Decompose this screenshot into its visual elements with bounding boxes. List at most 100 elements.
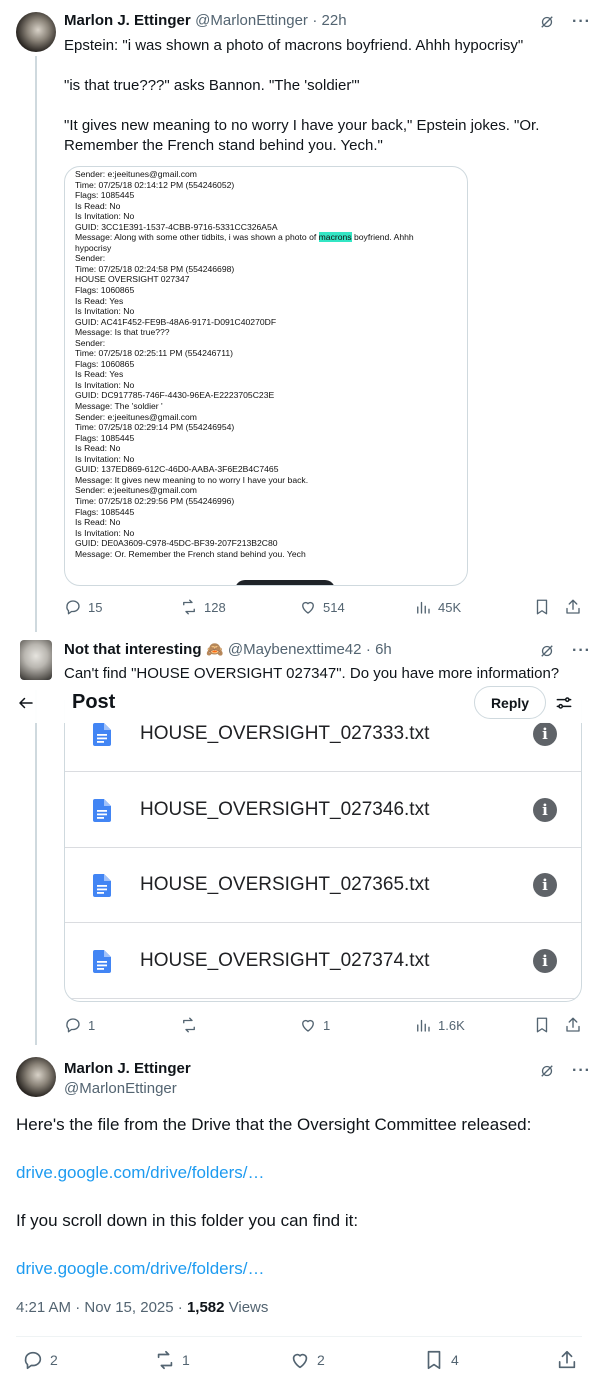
doc-icon <box>93 722 111 746</box>
views-button[interactable]: 1.6K <box>414 1016 465 1034</box>
share-button[interactable] <box>564 1016 582 1034</box>
tweet-actions-top: ··· <box>538 642 591 660</box>
log-line: Is Invitation: No <box>75 453 135 464</box>
bookmark-button[interactable] <box>533 1016 551 1034</box>
drive-file-name[interactable]: HOUSE_OVERSIGHT_027365.txt <box>140 874 429 896</box>
drive-file-name[interactable]: HOUSE_OVERSIGHT_027346.txt <box>140 799 429 821</box>
reply-button[interactable]: 1 <box>64 1016 95 1034</box>
log-line: Is Read: Yes <box>75 369 124 380</box>
drive-file-row[interactable]: HOUSE_OVERSIGHT_027346.txt i <box>65 773 581 848</box>
log-line: Flags: 1085445 <box>75 506 135 517</box>
info-icon[interactable]: i <box>533 722 557 746</box>
log-line: Flags: 1085445 <box>75 432 135 443</box>
drive-file-name[interactable]: HOUSE_OVERSIGHT_027333.txt <box>140 723 429 745</box>
reply-button[interactable]: 15 <box>64 598 102 616</box>
author-handle[interactable]: @Maybenexttime42 <box>228 641 362 658</box>
more-icon[interactable]: ··· <box>572 642 591 660</box>
author-handle[interactable]: @MarlonEttinger <box>195 12 308 29</box>
log-line: Message: The 'soldier ' <box>75 401 163 412</box>
doc-icon <box>93 949 111 973</box>
drive-link-2[interactable]: drive.google.com/drive/folders/… <box>16 1259 265 1279</box>
repost-button[interactable]: 1 <box>154 1349 190 1371</box>
drive-screenshot[interactable]: HOUSE_OVERSIGHT_027333.txt i HOUSE_OVERSIG… <box>64 700 582 1002</box>
more-icon[interactable]: ··· <box>572 1062 591 1080</box>
page-title: Post <box>72 691 116 713</box>
tweet-text: Epstein: "i was shown a photo of macrons… <box>64 37 540 154</box>
log-line: Is Invitation: No <box>75 306 135 317</box>
log-line: Is Read: No <box>75 443 121 454</box>
like-button[interactable]: 1 <box>299 1016 330 1034</box>
share-icon <box>558 1350 576 1369</box>
log-line: Flags: 1060865 <box>75 285 135 296</box>
image-overlay-pill <box>235 580 335 585</box>
grok-icon[interactable] <box>538 13 556 31</box>
bookmark-icon <box>427 1350 441 1370</box>
author-handle[interactable]: @MarlonEttinger <box>64 1080 177 1097</box>
log-line: Is Read: No <box>75 517 121 528</box>
heart-icon <box>292 1353 308 1369</box>
avatar[interactable] <box>16 1057 56 1097</box>
reply-button[interactable]: 2 <box>22 1349 58 1371</box>
author-name[interactable]: Marlon J. Ettinger <box>64 12 191 29</box>
log-line: hypocrisy <box>75 242 112 253</box>
share-button[interactable] <box>564 598 582 616</box>
thread-line <box>35 690 37 1045</box>
back-arrow-icon[interactable] <box>16 694 36 712</box>
tweet-actions-top: ··· <box>538 13 591 31</box>
repost-button[interactable] <box>180 1016 204 1034</box>
author-name[interactable]: Not that interesting <box>64 641 202 658</box>
log-line: Sender: e:jeeitunes@gmail.com <box>75 485 197 496</box>
avatar[interactable] <box>20 640 52 680</box>
grok-icon[interactable] <box>538 642 556 660</box>
like-button[interactable]: 2 <box>289 1349 325 1371</box>
avatar[interactable] <box>16 12 56 52</box>
log-line: Sender: <box>75 337 106 348</box>
filter-icon[interactable] <box>554 693 574 713</box>
tweet-image[interactable]: Sender: e:jeeitunes@gmail.com Time: 07/25… <box>64 166 468 586</box>
info-icon[interactable]: i <box>533 949 557 973</box>
highlighted-word: macrons <box>318 232 352 243</box>
bookmark-button[interactable]: 4 <box>423 1349 459 1371</box>
tweet-time[interactable]: · 6h <box>366 641 392 658</box>
drive-file-row[interactable]: HOUSE_OVERSIGHT_027365.txt i <box>65 848 581 923</box>
log-line: GUID: 3CC1E391-1537-4CBB-9716-5331CC326A… <box>75 221 278 232</box>
share-button[interactable] <box>556 1349 578 1371</box>
drive-file-row[interactable]: HOUSE_OVERSIGHT_027374.txt i <box>65 924 581 999</box>
repost-icon <box>157 1350 173 1370</box>
drive-file-name[interactable]: HOUSE_OVERSIGHT_027374.txt <box>140 950 429 972</box>
log-line: Sender: e:jeeitunes@gmail.com <box>75 169 197 179</box>
post-header: Post Reply <box>0 683 598 723</box>
info-icon[interactable]: i <box>533 798 557 822</box>
reply-icon <box>66 1018 80 1033</box>
repost-button[interactable]: 128 <box>180 598 226 616</box>
log-line: Flags: 1085445 <box>75 190 135 201</box>
tweet-header: Not that interesting 🙈 @Maybenexttime42 … <box>64 641 392 659</box>
log-line: Time: 07/25/18 02:29:14 PM (554246954) <box>75 422 235 433</box>
doc-icon <box>93 873 111 897</box>
reply-icon <box>24 1351 42 1370</box>
bookmark-button[interactable] <box>533 598 551 616</box>
more-icon[interactable]: ··· <box>572 13 591 31</box>
log-line: Time: 07/25/18 02:25:11 PM (554246711) <box>75 348 233 359</box>
timestamp[interactable]: 4:21 AM · Nov 15, 2025 · <box>16 1299 187 1316</box>
share-icon <box>566 599 580 614</box>
views-label: Views <box>224 1299 269 1316</box>
heart-icon <box>302 601 314 614</box>
reply-button-header[interactable]: Reply <box>474 686 546 719</box>
grok-icon[interactable] <box>538 1062 556 1080</box>
tweet-time[interactable]: · 22h <box>312 12 346 29</box>
views-button[interactable]: 45K <box>414 598 461 616</box>
log-line: Is Invitation: No <box>75 379 135 390</box>
log-line: GUID: AC41F452-FE9B-48A6-9171-D091C40270… <box>75 316 277 327</box>
log-line: Is Invitation: No <box>75 211 135 222</box>
tweet-meta: 4:21 AM · Nov 15, 2025 · 1,582 Views <box>16 1299 268 1316</box>
tweet-actions-top: ··· <box>538 1062 591 1080</box>
author-name[interactable]: Marlon J. Ettinger <box>64 1060 191 1077</box>
like-button[interactable]: 514 <box>299 598 345 616</box>
divider <box>16 1336 582 1337</box>
drive-link-1[interactable]: drive.google.com/drive/folders/… <box>16 1163 265 1183</box>
tweet-header: Marlon J. Ettinger @MarlonEttinger · 22h <box>64 12 347 30</box>
log-line: Sender: <box>75 253 106 264</box>
info-icon[interactable]: i <box>533 873 557 897</box>
log-line: Sender: e:jeeitunes@gmail.com <box>75 411 197 422</box>
